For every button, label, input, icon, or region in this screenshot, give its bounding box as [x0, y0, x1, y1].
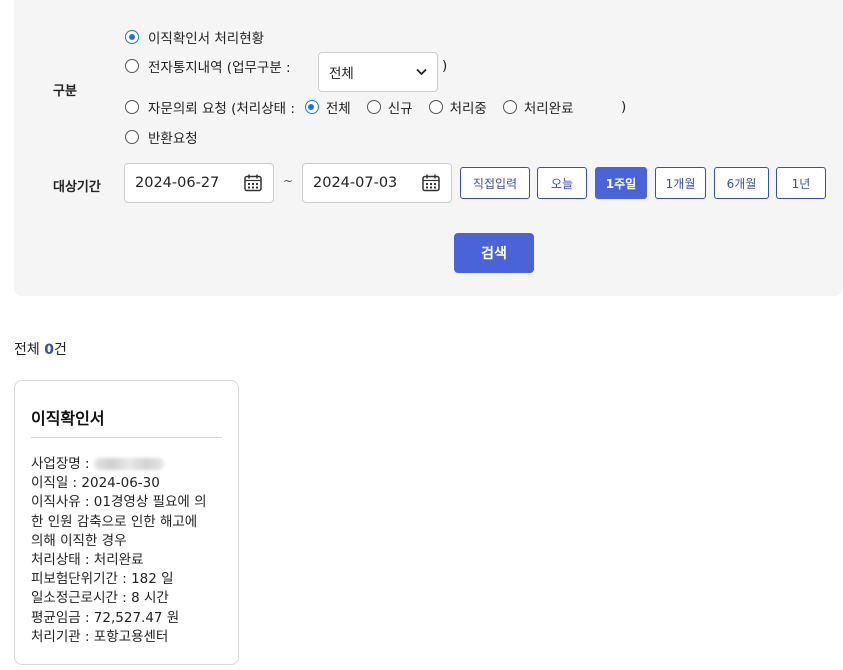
radio-icon[interactable] — [125, 59, 139, 73]
calendar-icon[interactable] — [421, 173, 441, 193]
start-date-input[interactable]: 2024-06-27 — [124, 163, 274, 203]
category-label: 구분 — [53, 84, 77, 99]
status-option-new[interactable]: 신규 — [366, 97, 413, 117]
option-return-request[interactable]: 반환요청 — [125, 127, 198, 147]
result-card[interactable]: 이직확인서 사업장명 : 이직일 : 2024-06-30 이직사유 : 01경… — [14, 380, 239, 665]
option-separation-status[interactable]: 이직확인서 처리현황 — [125, 27, 264, 47]
period-label: 대상기간 — [53, 180, 101, 195]
status-option-processing[interactable]: 처리중 — [428, 97, 487, 117]
search-button[interactable]: 검색 — [454, 233, 534, 273]
result-count: 0 — [44, 342, 54, 358]
redacted-workplace — [93, 458, 164, 470]
period-today-button[interactable]: 오늘 — [537, 167, 587, 199]
card-workplace: 사업장명 : — [31, 455, 231, 474]
chevron-down-icon — [416, 68, 427, 76]
work-type-select[interactable]: 전체 — [318, 52, 438, 92]
status-option-completed[interactable]: 처리완료 — [502, 97, 574, 117]
status-option-all[interactable]: 전체 — [304, 97, 351, 117]
period-1week-button[interactable]: 1주일 — [595, 167, 647, 199]
calendar-icon[interactable] — [243, 173, 263, 193]
card-title: 이직확인서 — [31, 409, 105, 428]
work-type-close-paren: ) — [442, 58, 448, 74]
radio-icon[interactable] — [428, 100, 443, 114]
radio-icon[interactable] — [125, 30, 139, 44]
card-status: 처리상태 : 처리완료 — [31, 552, 144, 569]
period-6month-button[interactable]: 6개월 — [714, 167, 769, 199]
radio-icon[interactable] — [125, 100, 139, 114]
work-type-value: 전체 — [329, 66, 354, 82]
card-insured-period: 피보험단위기간 : 182 일 — [31, 571, 174, 588]
end-date-value: 2024-07-03 — [313, 175, 398, 191]
period-1month-button[interactable]: 1개월 — [655, 167, 706, 199]
period-1year-button[interactable]: 1년 — [776, 167, 826, 199]
status-close-paren: ) — [621, 99, 627, 115]
option-electronic-notice[interactable]: 전자통지내역 (업무구분 : — [125, 56, 291, 76]
radio-icon[interactable] — [304, 100, 319, 114]
end-date-input[interactable]: 2024-07-03 — [302, 163, 452, 203]
card-reason-line: 이직사유 : 01경영상 필요에 의 — [31, 494, 207, 511]
date-range-separator: ~ — [283, 174, 294, 188]
result-total: 전체 0건 — [14, 342, 67, 358]
card-reason-line: 한 인원 감축으로 인한 해고에 — [31, 513, 198, 530]
card-avg-wage: 평균임금 : 72,527.47 원 — [31, 609, 180, 626]
card-body: 사업장명 : 이직일 : 2024-06-30 이직사유 : 01경영상 필요에… — [31, 455, 231, 647]
radio-icon[interactable] — [366, 100, 381, 114]
search-filter-panel: 구분 이직확인서 처리현황 전자통지내역 (업무구분 : 전체 ) 자문의뢰 요… — [14, 0, 843, 296]
card-divider — [31, 437, 222, 438]
card-reason-line: 의해 이직한 경우 — [31, 532, 127, 549]
period-custom-button[interactable]: 직접입력 — [460, 167, 530, 199]
radio-icon[interactable] — [502, 100, 517, 114]
start-date-value: 2024-06-27 — [135, 175, 220, 191]
card-office: 처리기관 : 포항고용센터 — [31, 628, 169, 645]
card-separation-date: 이직일 : 2024-06-30 — [31, 475, 160, 492]
radio-icon[interactable] — [125, 130, 139, 144]
option-advisory-request[interactable]: 자문의뢰 요청 (처리상태 : 전체 신규 처리중 처리완료 — [125, 97, 574, 117]
card-work-hours: 일소정근로시간 : 8 시간 — [31, 590, 169, 607]
